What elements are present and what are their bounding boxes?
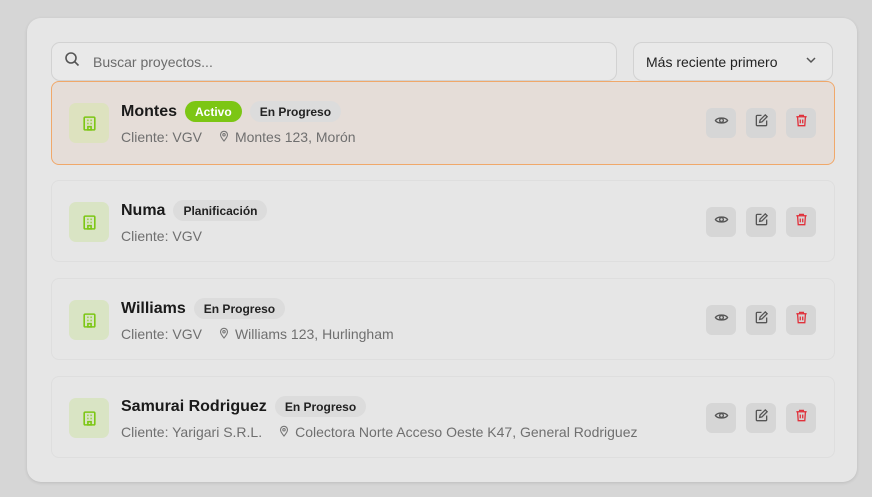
project-card[interactable]: Samurai Rodriguez En Progreso Cliente: Y… xyxy=(51,376,835,458)
edit-button[interactable] xyxy=(746,305,776,335)
view-button[interactable] xyxy=(706,305,736,335)
edit-icon xyxy=(754,113,769,133)
sort-selected-value: Más reciente primero xyxy=(646,53,778,70)
trash-icon xyxy=(794,408,809,428)
project-location: Montes 123, Morón xyxy=(234,129,356,145)
edit-icon xyxy=(754,212,769,232)
edit-button[interactable] xyxy=(746,403,776,433)
delete-button[interactable] xyxy=(786,207,816,237)
project-card[interactable]: Numa Planificación Cliente: VGV xyxy=(51,180,835,262)
view-button[interactable] xyxy=(706,403,736,433)
trash-icon xyxy=(794,113,809,133)
edit-button[interactable] xyxy=(746,207,776,237)
project-client: Cliente: VGV xyxy=(121,129,202,145)
eye-icon xyxy=(714,408,729,428)
project-name: Williams xyxy=(121,299,186,317)
delete-button[interactable] xyxy=(786,305,816,335)
building-icon xyxy=(69,202,109,242)
project-name: Samurai Rodriguez xyxy=(121,397,267,415)
search-placeholder: Buscar proyectos... xyxy=(93,53,213,70)
edit-icon xyxy=(754,310,769,330)
edit-icon xyxy=(754,408,769,428)
project-card[interactable]: Montes Activo En Progreso Cliente: VGV M… xyxy=(51,81,835,165)
search-icon xyxy=(64,51,80,72)
view-button[interactable] xyxy=(706,108,736,138)
trash-icon xyxy=(794,310,809,330)
eye-icon xyxy=(714,212,729,232)
delete-button[interactable] xyxy=(786,108,816,138)
map-pin-icon xyxy=(278,424,295,440)
eye-icon xyxy=(714,113,729,133)
status-badge: En Progreso xyxy=(193,298,286,319)
status-badge: Activo xyxy=(185,101,242,122)
sort-select[interactable]: Más reciente primero xyxy=(633,42,833,81)
status-badge: Planificación xyxy=(173,200,268,221)
project-name: Numa xyxy=(121,201,166,219)
project-name: Montes xyxy=(121,102,177,120)
project-client: Cliente: VGV xyxy=(121,326,202,342)
status-badge: En Progreso xyxy=(274,396,367,417)
project-client: Cliente: Yarigari S.R.L. xyxy=(121,424,263,440)
edit-button[interactable] xyxy=(746,108,776,138)
building-icon xyxy=(69,103,109,143)
project-location: Colectora Norte Acceso Oeste K47, Genera… xyxy=(295,424,638,440)
map-pin-icon xyxy=(218,326,235,342)
view-button[interactable] xyxy=(706,207,736,237)
map-pin-icon xyxy=(218,129,235,145)
project-location: Williams 123, Hurlingham xyxy=(234,326,394,342)
status-badge: En Progreso xyxy=(249,101,342,122)
projects-panel: Buscar proyectos... Más reciente primero… xyxy=(27,18,857,482)
eye-icon xyxy=(714,310,729,330)
building-icon xyxy=(69,398,109,438)
trash-icon xyxy=(794,212,809,232)
building-icon xyxy=(69,300,109,340)
chevron-down-icon xyxy=(804,53,818,70)
project-card[interactable]: Williams En Progreso Cliente: VGV Willia… xyxy=(51,278,835,360)
delete-button[interactable] xyxy=(786,403,816,433)
search-input[interactable]: Buscar proyectos... xyxy=(51,42,617,81)
project-client: Cliente: VGV xyxy=(121,228,202,244)
